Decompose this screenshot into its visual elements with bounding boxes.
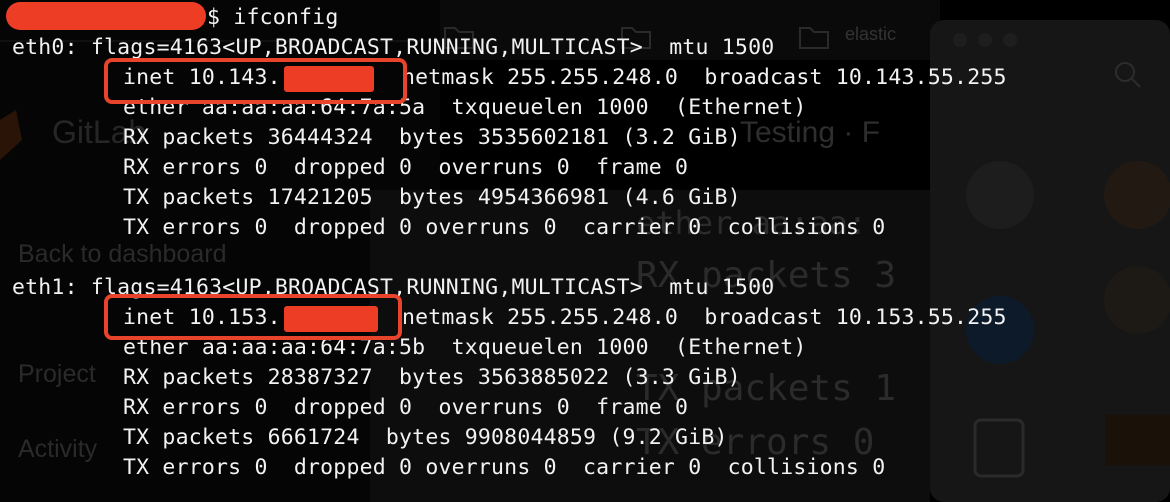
eth0-tx-packets: TX packets 17421205 bytes 4954366981 (4.… [123,185,741,210]
eth0-inet-highlight [104,58,407,104]
command-line: $ ifconfig [207,3,338,33]
eth0-rx-packets: RX packets 36444324 bytes 3535602181 (3.… [123,125,741,150]
eth0-tx-errors: TX errors 0 dropped 0 overruns 0 carrier… [123,215,886,240]
eth1-inet-highlight [104,294,402,340]
eth1-rx-packets: RX packets 28387327 bytes 3563885022 (3.… [123,365,741,390]
eth1-tx-packets: TX packets 6661724 bytes 9908044859 (9.2… [123,425,728,450]
command-text: ifconfig [233,5,339,30]
eth0-rx-errors: RX errors 0 dropped 0 overruns 0 frame 0 [123,155,689,180]
eth0-inet-rest: netmask 255.255.248.0 broadcast 10.143.5… [402,65,1007,90]
terminal-window[interactable]: $ ifconfig eth0: flags=4163<UP,BROADCAST… [0,0,1170,502]
prompt-redaction [6,2,206,30]
eth1-inet-rest: netmask 255.255.248.0 broadcast 10.153.5… [402,305,1007,330]
prompt-symbol: $ [207,5,221,30]
eth1-tx-errors: TX errors 0 dropped 0 overruns 0 carrier… [123,455,886,480]
eth1-rx-errors: RX errors 0 dropped 0 overruns 0 frame 0 [123,395,689,420]
